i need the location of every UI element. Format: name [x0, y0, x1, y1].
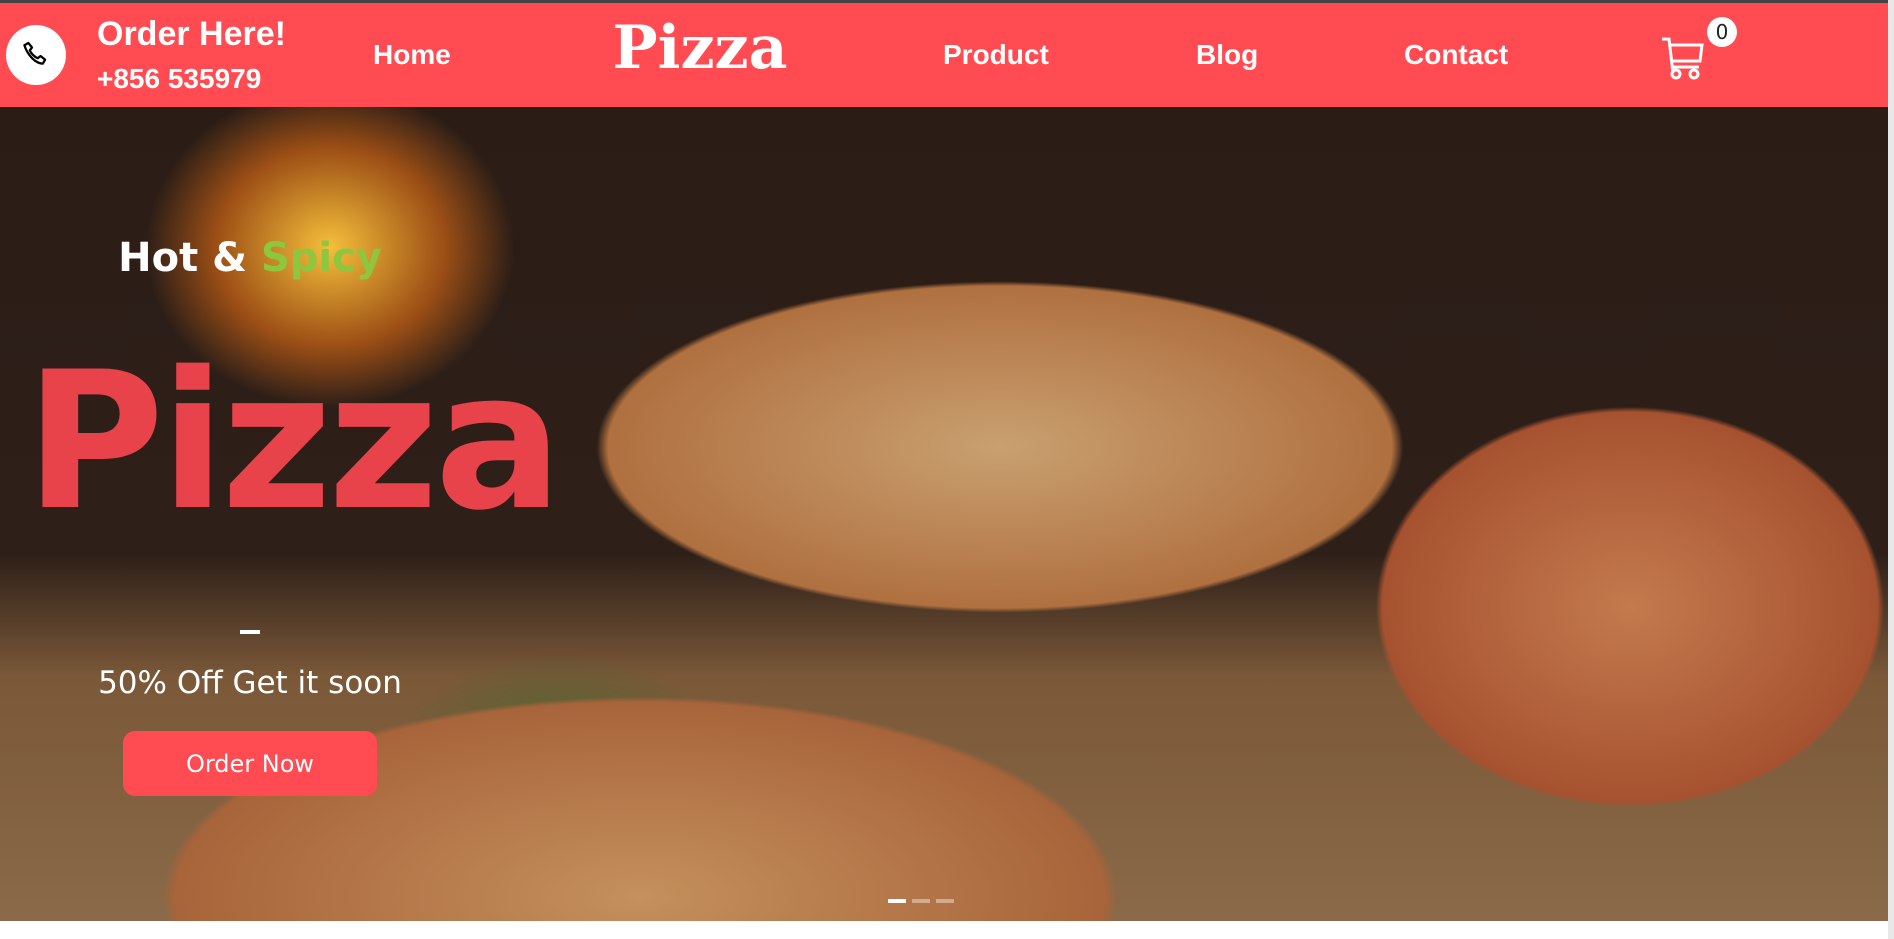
- carousel-indicator-1[interactable]: [888, 899, 906, 903]
- order-here-label: Order Here!: [97, 15, 286, 53]
- nav-blog[interactable]: Blog: [1196, 39, 1258, 71]
- carousel-indicator-2[interactable]: [912, 899, 930, 903]
- offer-text: 50% Off Get it soon: [98, 665, 402, 701]
- phone-icon[interactable]: [6, 25, 66, 85]
- hero-banner: Hot & Spicy Pizza 50% Off Get it soon Or…: [0, 107, 1888, 921]
- hero-tagline: Hot & Spicy: [0, 235, 500, 281]
- order-now-button[interactable]: Order Now: [123, 731, 377, 796]
- tagline-spicy: Spicy: [260, 235, 382, 281]
- cart-count-badge: 0: [1707, 17, 1737, 47]
- divider-dash: [240, 630, 260, 634]
- nav-home[interactable]: Home: [373, 39, 451, 71]
- logo[interactable]: Pizza: [600, 13, 800, 83]
- scrollbar[interactable]: [1888, 0, 1894, 939]
- nav-contact[interactable]: Contact: [1404, 39, 1508, 71]
- site-header: Order Here! +856 535979 Home Pizza Produ…: [0, 3, 1888, 107]
- cart-icon[interactable]: [1660, 35, 1706, 85]
- carousel-indicator-3[interactable]: [936, 899, 954, 903]
- hero-title: Pizza: [25, 331, 563, 552]
- phone-number[interactable]: +856 535979: [97, 63, 261, 95]
- nav-product[interactable]: Product: [943, 39, 1049, 71]
- tagline-hot: Hot &: [118, 235, 247, 281]
